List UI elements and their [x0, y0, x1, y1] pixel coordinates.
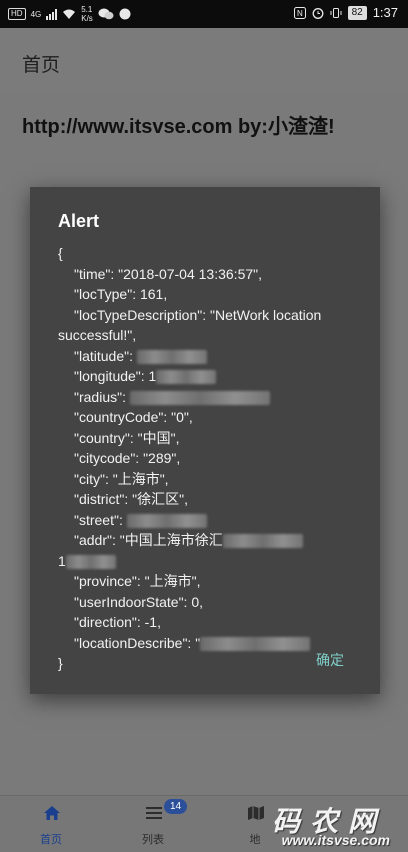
- wechat-icon: [98, 8, 114, 20]
- dialog-message: { "time": "2018-07-04 13:36:57", "locTyp…: [58, 243, 358, 674]
- json-line-locationdescribe: "locationDescribe": ": [58, 633, 358, 654]
- json-line-addr: "addr": "中国上海市徐汇: [58, 530, 358, 551]
- signal-icon: [46, 8, 58, 20]
- tab-list-label: 列表: [142, 834, 164, 846]
- redacted-value: [136, 349, 207, 364]
- tab-home-label: 首页: [40, 834, 62, 846]
- json-line-street: "street":: [58, 510, 358, 531]
- json-close-brace: }: [58, 655, 63, 671]
- json-open-brace: {: [58, 245, 63, 261]
- watermark: 码农网 www.itsvse.com: [240, 800, 400, 852]
- json-line-addr-cont: 1: [58, 551, 358, 572]
- svg-text:N: N: [297, 9, 303, 18]
- network-type: 4G: [30, 9, 42, 19]
- status-time: 1:37: [372, 5, 398, 20]
- redacted-value: [200, 636, 311, 651]
- vibrate-icon: [330, 7, 342, 18]
- redacted-value: [222, 534, 303, 549]
- tab-home[interactable]: 首页: [0, 796, 102, 852]
- alert-dialog: Alert { "time": "2018-07-04 13:36:57", "…: [30, 187, 380, 694]
- tab-list[interactable]: 14 列表: [102, 796, 204, 852]
- json-line-countrycode: "countryCode": "0",: [74, 409, 193, 425]
- wifi-icon: [63, 9, 76, 19]
- json-line-province: "province": "上海市",: [74, 573, 201, 589]
- json-line-country: "country": "中国",: [74, 429, 180, 446]
- json-line-loctypedescription-cont: successful!",: [58, 327, 137, 343]
- json-line-latitude: "latitude":: [58, 346, 358, 367]
- json-line-time: "time": "2018-07-04 13:36:57",: [74, 265, 262, 282]
- redacted-value: [126, 513, 207, 528]
- json-line-district: "district": "徐汇区",: [74, 491, 188, 507]
- nfc-icon: N: [293, 6, 306, 19]
- page-text: http://www.itsvse.com by:小渣渣!: [22, 116, 335, 138]
- json-line-radius: "radius":: [58, 387, 358, 408]
- json-line-longitude: "longitude": 1: [58, 366, 358, 387]
- ok-button[interactable]: 确定: [316, 650, 344, 670]
- json-line-loctypedescription: "locTypeDescription": "NetWork location: [74, 306, 322, 323]
- dialog-title: Alert: [58, 211, 100, 231]
- json-line-city: "city": "上海市",: [74, 470, 169, 487]
- home-icon: [44, 806, 60, 820]
- app-bar: 首页: [0, 28, 408, 94]
- chat-bubble-icon: [119, 8, 131, 20]
- redacted-value: [156, 370, 217, 385]
- list-icon: [146, 807, 162, 819]
- list-badge: 14: [164, 799, 188, 814]
- json-line-loctype: "locType": 161,: [74, 286, 168, 302]
- hd-badge: HD: [8, 8, 26, 20]
- watermark-url: www.itsvse.com: [281, 832, 390, 848]
- status-bar: HD 4G 5.1 K/s N 82 1:37: [0, 0, 408, 28]
- network-speed: 5.1 K/s: [81, 5, 93, 23]
- json-line-userindoorstate: "userIndoorState": 0,: [74, 593, 204, 610]
- redacted-value: [65, 554, 116, 569]
- json-line-direction: "direction": -1,: [74, 614, 161, 630]
- json-line-citycode: "citycode": "289",: [74, 450, 181, 466]
- page-title: 首页: [22, 55, 61, 76]
- alarm-icon: [312, 7, 324, 19]
- redacted-value: [129, 390, 270, 405]
- battery-indicator: 82: [347, 5, 367, 20]
